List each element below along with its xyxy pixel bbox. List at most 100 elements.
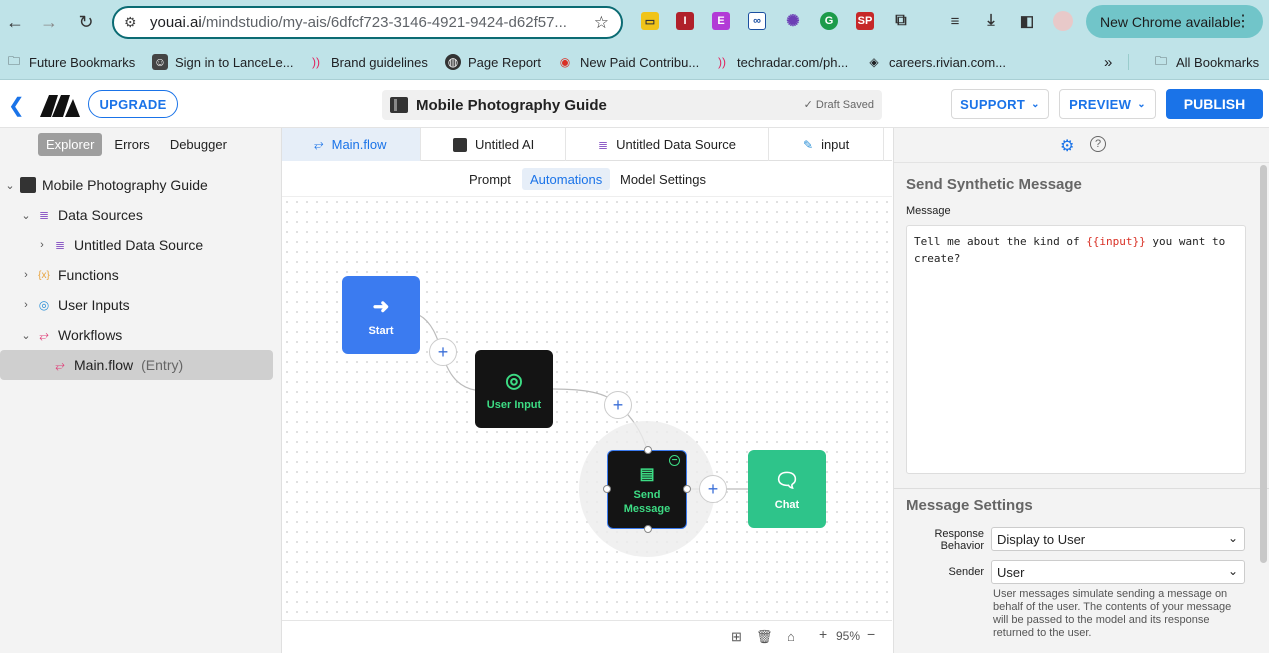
tree-item-untitled-data-source[interactable]: › ≣ Untitled Data Source (0, 230, 282, 260)
connector-lines (418, 314, 748, 557)
tree-item-functions[interactable]: › {x} Functions (0, 260, 282, 290)
response-behavior-label: Response Behavior (934, 528, 984, 552)
help-icon[interactable]: ? (1090, 136, 1106, 152)
extension-icon[interactable]: I (676, 12, 694, 30)
panel-scrollbar[interactable] (1260, 165, 1267, 563)
tree-item-main-flow[interactable]: ⥂ Main.flow (Entry) (0, 350, 273, 380)
tree-item-data-sources[interactable]: ⌄ ≣ Data Sources (0, 200, 282, 230)
draft-saved-status: ✓ Draft Saved (803, 99, 874, 111)
workflow-icon: ⥂ (55, 357, 65, 372)
arrow-right-icon: ➜ (372, 295, 390, 318)
tab-input[interactable]: ✎ input (769, 128, 884, 161)
zoom-out-icon[interactable]: − (867, 626, 875, 642)
bookmark-item[interactable]: )) techradar.com/ph... (714, 54, 848, 70)
trash-icon[interactable]: 🗑 (756, 629, 773, 645)
preview-button[interactable]: PREVIEW ⌄ (1059, 89, 1156, 119)
chevron-right-icon[interactable]: › (36, 239, 48, 251)
connector-handle[interactable] (603, 485, 611, 493)
start-node[interactable]: ➜ Start (342, 276, 420, 354)
chevron-down-icon[interactable]: ⌄ (4, 179, 16, 192)
more-bookmarks-icon[interactable]: » (1104, 54, 1112, 71)
bookmark-item[interactable]: )) Brand guidelines (308, 54, 428, 70)
rss-icon: )) (718, 55, 726, 69)
user-input-node[interactable]: ◎ User Input (475, 350, 553, 428)
bookmark-item[interactable]: ◈ careers.rivian.com... (866, 54, 1006, 70)
message-textarea[interactable]: Tell me about the kind of {{input}} you … (906, 225, 1246, 474)
database-icon: ≣ (38, 208, 50, 222)
support-button[interactable]: SUPPORT ⌄ (951, 89, 1049, 119)
bookmark-item[interactable]: ☺ Sign in to LanceLe... (152, 54, 294, 70)
site-settings-icon[interactable]: ⚙ (124, 14, 144, 31)
url-path: /mindstudio/my-ais/6dfcf723-3146-4921-94… (201, 14, 567, 31)
connector-handle[interactable] (644, 446, 652, 454)
bookmark-item[interactable]: 🗀 Future Bookmarks (6, 54, 135, 70)
extensions-puzzle-icon[interactable]: ⧉ (892, 12, 910, 30)
extension-icon[interactable]: ▭ (641, 12, 659, 30)
editor-tabs: ⥂ Main.flow Untitled AI ≣ Untitled Data So… (282, 128, 892, 161)
tab-model-settings[interactable]: Model Settings (612, 168, 714, 190)
folder-icon: 🗀 (7, 53, 20, 68)
tab-untitled-ai[interactable]: Untitled AI (421, 128, 566, 161)
remove-icon[interactable]: − (669, 455, 680, 466)
menu-dots-icon[interactable]: ⋮ (1235, 11, 1251, 31)
tree-item-user-inputs[interactable]: › ◎ User Inputs (0, 290, 282, 320)
tab-prompt[interactable]: Prompt (461, 168, 519, 190)
chevron-right-icon[interactable]: › (20, 269, 32, 281)
chevron-down-icon[interactable]: ⌄ (20, 329, 32, 342)
link-extension-icon[interactable]: ∞ (748, 12, 766, 30)
explorer-sidebar: Explorer Errors Debugger ⌄ Mobile Photog… (0, 128, 282, 653)
tab-explorer[interactable]: Explorer (38, 133, 103, 156)
publish-button[interactable]: PUBLISH (1166, 89, 1263, 119)
tab-errors[interactable]: Errors (106, 133, 157, 156)
grammarly-icon[interactable]: G (820, 12, 838, 30)
add-step-button[interactable]: + (604, 391, 632, 419)
tab-main-flow[interactable]: ⥂ Main.flow (282, 128, 421, 161)
reload-icon[interactable]: ↻ (71, 7, 101, 37)
add-step-button[interactable]: + (429, 338, 457, 366)
project-title[interactable]: Mobile Photography Guide (416, 97, 607, 114)
bookmark-item[interactable]: ◍ Page Report (445, 54, 541, 70)
download-icon[interactable]: ⤓ (982, 12, 1000, 30)
extension-icon[interactable]: ✺ (784, 12, 802, 30)
canvas-toolbar: ⊞ 🗑 ⌂ + 95% − (282, 620, 892, 650)
extension-icon[interactable]: E (712, 12, 730, 30)
chevron-down-icon: ⌄ (1137, 98, 1146, 110)
automation-canvas[interactable]: ➜ Start + ◎ User Input + ▤ Send Message … (282, 197, 892, 620)
chrome-update-button[interactable]: New Chrome available ⋮ (1086, 5, 1263, 38)
upgrade-button[interactable]: UPGRADE (88, 90, 178, 118)
all-bookmarks[interactable]: 🗀 All Bookmarks (1128, 54, 1259, 70)
response-behavior-select[interactable]: Display to User ⌄ (991, 527, 1245, 551)
tab-automations[interactable]: Automations (522, 168, 611, 190)
gear-icon[interactable]: ⚙ (1060, 136, 1074, 156)
avatar-icon: ☺ (152, 54, 168, 70)
back-icon[interactable]: ← (0, 7, 30, 37)
side-panel-icon[interactable]: ◧ (1018, 12, 1036, 30)
zoom-in-icon[interactable]: + (819, 626, 827, 642)
chevron-down-icon[interactable]: ⌄ (20, 209, 32, 222)
bookmark-star-icon[interactable]: ☆ (594, 13, 609, 33)
add-step-button[interactable]: + (699, 475, 727, 503)
user-input-icon: ◎ (38, 298, 50, 312)
chevron-right-icon[interactable]: › (20, 299, 32, 311)
connector-handle[interactable] (644, 525, 652, 533)
sender-select[interactable]: User ⌄ (991, 560, 1245, 584)
extension-icon[interactable]: SP (856, 12, 874, 30)
profile-avatar[interactable] (1053, 11, 1073, 31)
user-input-icon: ◎ (505, 369, 523, 392)
tree-item-workflows[interactable]: ⌄ ⥂ Workflows (0, 320, 282, 350)
tab-untitled-data-source[interactable]: ≣ Untitled Data Source (566, 128, 769, 161)
send-message-node[interactable]: ▤ Send Message − (603, 446, 691, 533)
pencil-icon: ✎ (803, 137, 814, 152)
connector-handle[interactable] (683, 485, 691, 493)
project-title-bar[interactable]: Mobile Photography Guide ✓ Draft Saved (382, 90, 882, 120)
address-bar[interactable]: ⚙ youai.ai/mindstudio/my-ais/6dfcf723-31… (112, 6, 623, 39)
forward-icon[interactable]: → (34, 7, 64, 37)
layout-icon[interactable]: ⊞ (731, 629, 742, 645)
chat-node[interactable]: 🗨 Chat (748, 450, 826, 528)
back-chevron-icon[interactable]: ❮ (8, 93, 28, 117)
home-icon[interactable]: ⌂ (787, 629, 795, 644)
media-icon[interactable]: ≡ (946, 12, 964, 30)
bookmark-item[interactable]: ◉ New Paid Contribu... (557, 54, 699, 70)
tab-debugger[interactable]: Debugger (162, 133, 235, 156)
tree-item-project[interactable]: ⌄ Mobile Photography Guide (0, 170, 282, 200)
